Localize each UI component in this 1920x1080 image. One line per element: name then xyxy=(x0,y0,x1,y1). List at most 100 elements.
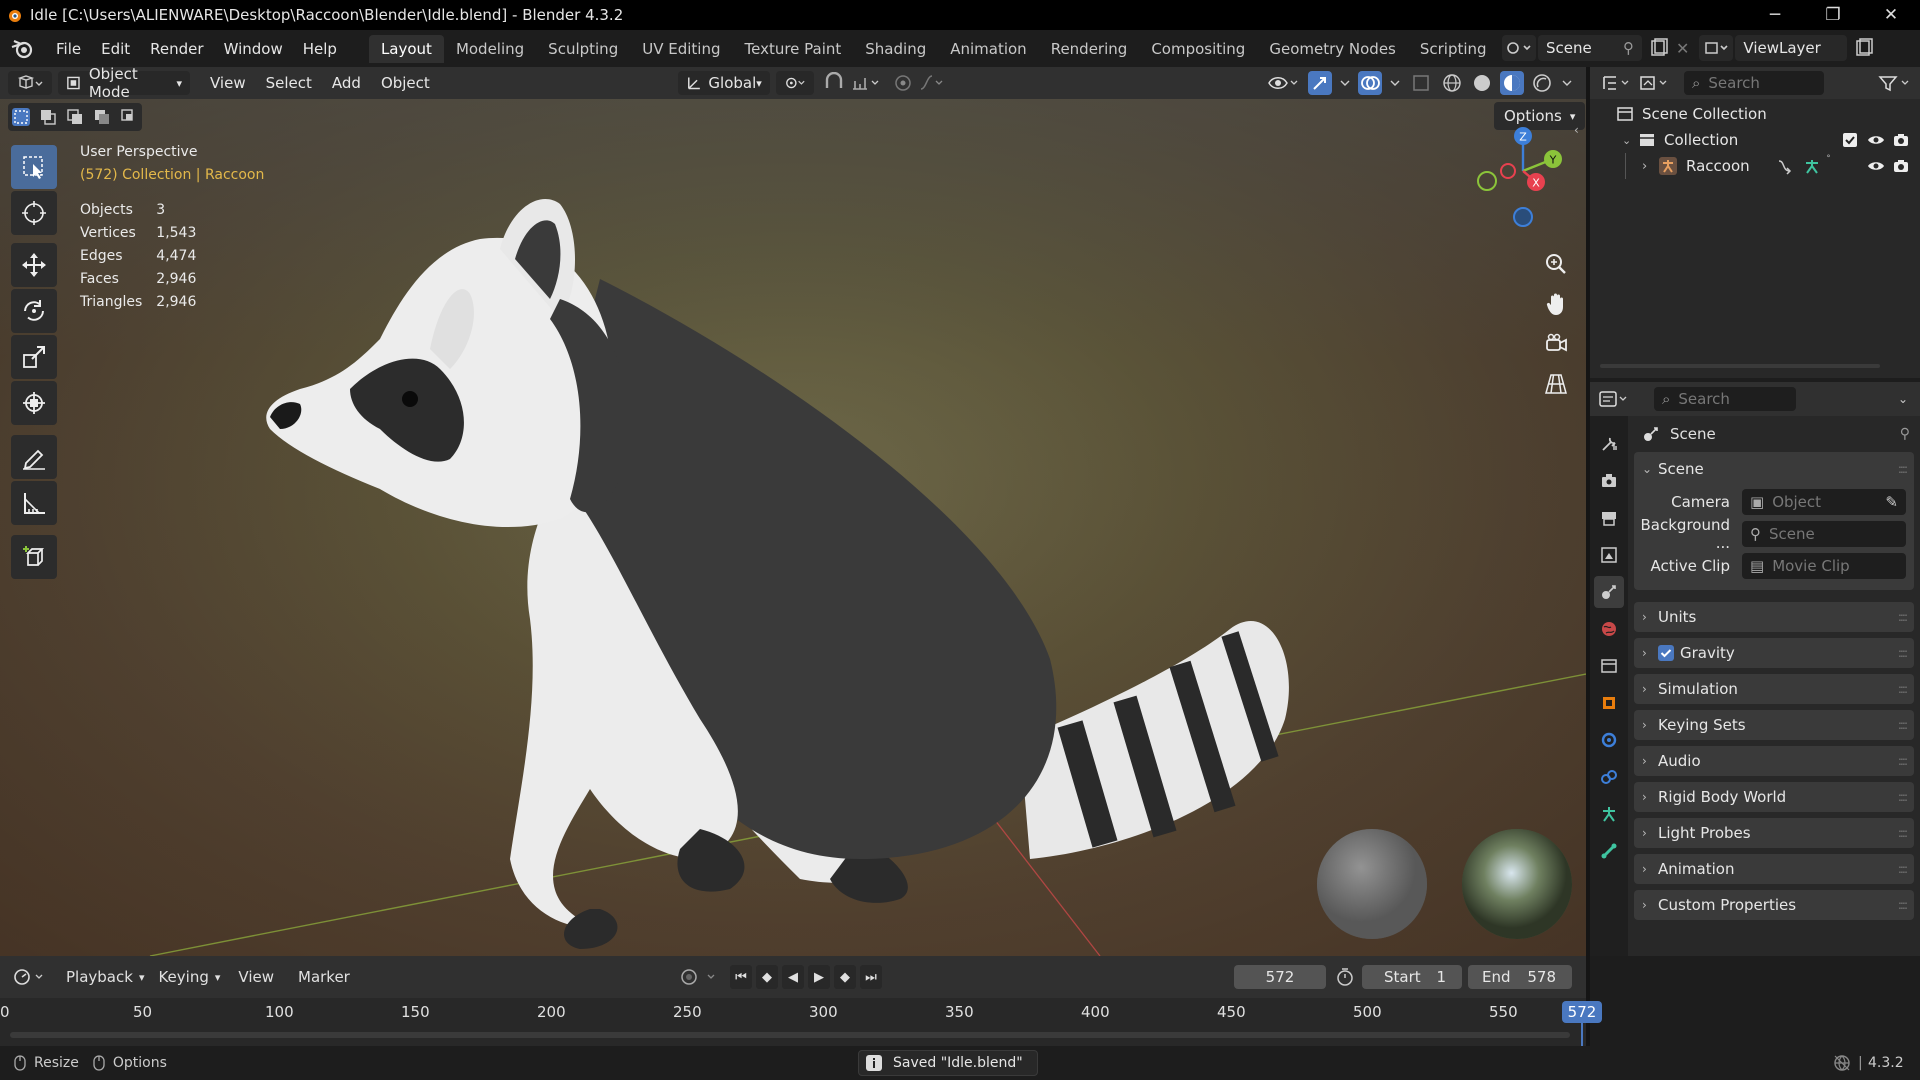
visibility-selectability-icon[interactable] xyxy=(1266,72,1302,94)
delete-scene-icon[interactable]: ✕ xyxy=(1676,39,1689,58)
select-new-icon[interactable] xyxy=(11,107,31,127)
preview-range-icon[interactable] xyxy=(1334,965,1356,989)
select-intersect-icon[interactable] xyxy=(119,107,139,127)
pan-hand-icon[interactable] xyxy=(1539,287,1573,321)
outliner-scrollbar[interactable] xyxy=(1600,364,1880,368)
drag-handle-icon[interactable]: :::: xyxy=(1898,610,1908,624)
object-mode-dropdown[interactable]: Object Mode ▾ xyxy=(58,65,190,101)
camera-render-icon[interactable] xyxy=(1892,158,1910,174)
overlays-dropdown-icon[interactable] xyxy=(1388,72,1402,94)
next-keyframe-icon[interactable]: ◆ xyxy=(834,965,856,989)
tab-sculpting[interactable]: Sculpting xyxy=(536,35,630,63)
timeline-scrollbar[interactable] xyxy=(10,1032,1570,1038)
camera-field[interactable]: ▣ Object ✎ xyxy=(1742,489,1906,515)
timeline-editor-type-icon[interactable] xyxy=(12,965,50,989)
tab-texture-paint[interactable]: Texture Paint xyxy=(732,35,853,63)
panel-custom-properties[interactable]: › Custom Properties:::: xyxy=(1634,890,1914,920)
bone-tab-icon[interactable] xyxy=(1594,835,1624,867)
shading-dropdown-icon[interactable] xyxy=(1560,72,1574,94)
object-tab-icon[interactable] xyxy=(1594,687,1624,719)
drag-handle-icon[interactable]: :::: xyxy=(1898,718,1908,732)
tab-rendering[interactable]: Rendering xyxy=(1039,35,1140,63)
gizmo-dropdown-icon[interactable] xyxy=(1338,72,1352,94)
outliner-row-scene-collection[interactable]: Scene Collection xyxy=(1590,101,1920,127)
scene-browse-icon[interactable] xyxy=(1502,35,1536,61)
drag-handle-icon[interactable]: :::: xyxy=(1898,790,1908,804)
menu-help[interactable]: Help xyxy=(293,40,347,58)
area-divider[interactable] xyxy=(1586,67,1590,1046)
armature-data-icon[interactable] xyxy=(1802,157,1822,175)
xray-toggle-icon[interactable] xyxy=(1408,72,1434,94)
output-tab-icon[interactable] xyxy=(1594,502,1624,534)
wireframe-shading-icon[interactable] xyxy=(1440,71,1464,95)
transform-orientation-dropdown[interactable]: Global ▾ xyxy=(677,71,770,95)
tab-geometry-nodes[interactable]: Geometry Nodes xyxy=(1257,35,1408,63)
background-field[interactable]: ⚲ Scene xyxy=(1742,521,1906,547)
panel-units[interactable]: › Units:::: xyxy=(1634,602,1914,632)
menu-file[interactable]: File xyxy=(46,40,91,58)
drag-handle-icon[interactable]: :::: xyxy=(1898,862,1908,876)
render-tab-icon[interactable] xyxy=(1594,465,1624,497)
properties-editor-type-icon[interactable] xyxy=(1598,388,1632,410)
menu-window[interactable]: Window xyxy=(214,40,293,58)
tab-animation[interactable]: Animation xyxy=(938,35,1038,63)
proportional-editing-icon[interactable] xyxy=(892,72,914,94)
drag-handle-icon[interactable]: :::: xyxy=(1898,462,1908,476)
drag-handle-icon[interactable]: :::: xyxy=(1898,754,1908,768)
sidebar-toggle-icon[interactable]: ‹ xyxy=(1574,123,1579,137)
zoom-icon[interactable] xyxy=(1539,247,1573,281)
falloff-icon[interactable] xyxy=(918,72,948,94)
pivot-point-icon[interactable] xyxy=(775,71,814,95)
outliner-row-collection[interactable]: ⌄ Collection xyxy=(1590,127,1920,153)
world-tab-icon[interactable] xyxy=(1594,613,1624,645)
new-scene-icon[interactable] xyxy=(1646,35,1672,61)
panel-light-probes[interactable]: › Light Probes:::: xyxy=(1634,818,1914,848)
select-subtract-icon[interactable] xyxy=(65,107,85,127)
constraint-tab-icon[interactable] xyxy=(1594,761,1624,793)
armature-tab-icon[interactable] xyxy=(1594,798,1624,830)
active-clip-field[interactable]: ▤ Movie Clip xyxy=(1742,553,1906,579)
tab-shading[interactable]: Shading xyxy=(853,35,938,63)
scene-tab-icon[interactable] xyxy=(1594,576,1624,608)
filter-icon[interactable] xyxy=(1876,72,1916,94)
tab-layout[interactable]: Layout xyxy=(368,34,444,63)
transform-tool-icon[interactable] xyxy=(11,381,57,425)
select-box-tool-icon[interactable] xyxy=(11,145,57,189)
annotate-tool-icon[interactable] xyxy=(11,435,57,479)
move-tool-icon[interactable] xyxy=(11,243,57,287)
playhead-line[interactable] xyxy=(1581,1023,1583,1046)
viewport-menu-view[interactable]: View xyxy=(200,74,256,92)
viewport-menu-add[interactable]: Add xyxy=(322,74,371,92)
minimize-button[interactable]: ─ xyxy=(1746,0,1804,30)
eye-icon[interactable] xyxy=(1866,158,1886,174)
display-mode-icon[interactable] xyxy=(1638,72,1672,94)
timeline-ruler[interactable]: 0 50 100 150 200 250 300 350 400 450 500… xyxy=(0,998,1602,1046)
new-viewlayer-icon[interactable] xyxy=(1851,35,1877,61)
panel-keying-sets[interactable]: › Keying Sets:::: xyxy=(1634,710,1914,740)
viewport-menu-object[interactable]: Object xyxy=(371,74,440,92)
viewlayer-field[interactable]: ViewLayer xyxy=(1735,35,1848,61)
outliner-row-raccoon[interactable]: › Raccoon ˚ xyxy=(1590,153,1920,179)
drag-handle-icon[interactable]: :::: xyxy=(1898,682,1908,696)
3d-viewport[interactable]: User Perspective (572) Collection | Racc… xyxy=(0,99,1586,956)
gravity-checkbox[interactable] xyxy=(1658,645,1674,661)
collection-tab-icon[interactable] xyxy=(1594,650,1624,682)
timeline-menu-keying[interactable]: Keying xyxy=(158,968,208,986)
close-button[interactable]: ✕ xyxy=(1862,0,1920,30)
add-cube-tool-icon[interactable] xyxy=(11,535,57,579)
panel-gravity[interactable]: › Gravity:::: xyxy=(1634,638,1914,668)
drag-handle-icon[interactable]: :::: xyxy=(1898,826,1908,840)
solid-shading-icon[interactable] xyxy=(1470,71,1494,95)
current-frame-field[interactable]: 572 xyxy=(1234,965,1326,989)
blender-menu-icon[interactable] xyxy=(10,38,34,60)
pin-icon[interactable]: ⚲ xyxy=(1623,39,1634,57)
camera-view-icon[interactable] xyxy=(1539,327,1573,361)
action-icon[interactable] xyxy=(1776,157,1794,175)
panel-audio[interactable]: › Audio:::: xyxy=(1634,746,1914,776)
exclude-checkbox-icon[interactable] xyxy=(1842,132,1858,148)
eye-icon[interactable] xyxy=(1866,132,1886,148)
timeline-menu-view[interactable]: View xyxy=(238,968,274,986)
pin-icon[interactable]: ⚲ xyxy=(1900,426,1910,442)
maximize-button[interactable]: ❐ xyxy=(1804,0,1862,30)
tab-scripting[interactable]: Scripting xyxy=(1408,35,1499,63)
